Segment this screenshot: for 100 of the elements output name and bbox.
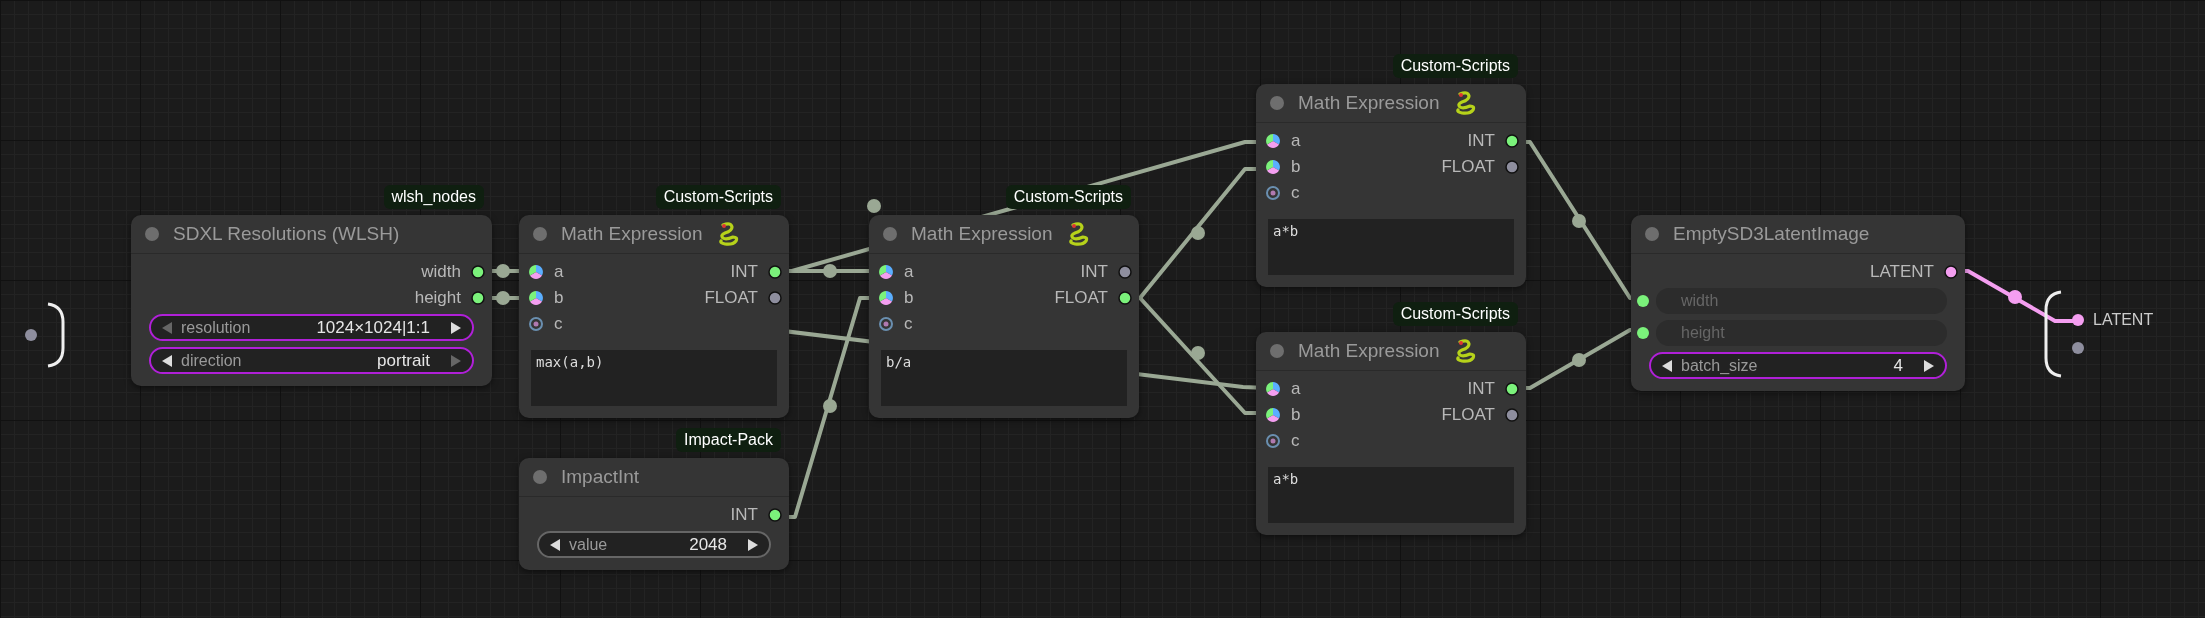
input-socket-icon[interactable] xyxy=(1265,159,1281,175)
widget-value: 4 xyxy=(1893,355,1903,376)
status-dot-icon xyxy=(1270,344,1284,358)
node-title: SDXL Resolutions (WLSH) xyxy=(173,223,400,245)
node-title: Math Expression xyxy=(1298,340,1440,362)
status-dot-icon xyxy=(533,227,547,241)
node-title: Math Expression xyxy=(561,223,703,245)
output-socket-icon[interactable] xyxy=(1505,160,1519,174)
output-socket-icon[interactable] xyxy=(1505,408,1519,422)
input-socket-icon[interactable] xyxy=(1636,294,1650,308)
output-socket-icon[interactable] xyxy=(768,508,782,522)
widget-value: 1024×1024|1:1 xyxy=(316,317,430,338)
status-dot-icon xyxy=(533,470,547,484)
input-socket-icon[interactable] xyxy=(1265,133,1281,149)
status-dot-icon xyxy=(1645,227,1659,241)
source-badge: Custom-Scripts xyxy=(655,185,781,209)
input-label: b xyxy=(1291,157,1301,177)
number-widget[interactable]: batch_size 4 xyxy=(1649,352,1947,379)
left-arrow-icon[interactable] xyxy=(549,537,561,552)
input-label: b xyxy=(554,288,564,308)
widget-value: 2048 xyxy=(689,534,727,555)
input-label: b xyxy=(1291,405,1301,425)
output-socket-icon[interactable] xyxy=(1505,134,1519,148)
widget-label: direction xyxy=(181,351,242,370)
input-label: c xyxy=(904,314,913,334)
output-label: width xyxy=(421,262,461,282)
output-socket-icon[interactable] xyxy=(1118,291,1132,305)
widget-label: height xyxy=(1681,324,1725,342)
output-socket-icon[interactable] xyxy=(768,265,782,279)
expression-field[interactable]: a*b xyxy=(1268,219,1514,275)
source-badge: Custom-Scripts xyxy=(1005,185,1131,209)
combo-widget[interactable]: resolution 1024×1024|1:1 xyxy=(149,314,474,341)
input-socket-icon[interactable] xyxy=(1265,407,1281,423)
widget-label: batch_size xyxy=(1681,356,1758,375)
output-socket-icon[interactable] xyxy=(1505,382,1519,396)
node-title: EmptySD3LatentImage xyxy=(1673,223,1870,245)
input-label: a xyxy=(1291,379,1301,399)
output-label: INT xyxy=(1467,379,1495,399)
input-label: a xyxy=(904,262,914,282)
output-label: INT xyxy=(1080,262,1108,282)
node-title: ImpactInt xyxy=(561,466,640,488)
input-label: c xyxy=(1291,431,1300,451)
input-socket-icon[interactable] xyxy=(528,290,544,306)
output-label: INT xyxy=(1467,131,1495,151)
slot-dot[interactable] xyxy=(2071,341,2085,355)
right-arrow-icon[interactable] xyxy=(747,537,759,552)
source-badge: Custom-Scripts xyxy=(1392,54,1518,78)
output-label: height xyxy=(414,288,461,308)
node-card[interactable]: EmptySD3LatentImage LATENT width height batch_size 4 xyxy=(1631,215,1965,391)
input-socket-icon[interactable] xyxy=(528,264,544,280)
source-badge: wlsh_nodes xyxy=(383,185,484,209)
output-socket-icon[interactable] xyxy=(1944,265,1958,279)
right-arrow-icon[interactable] xyxy=(1923,358,1935,373)
expression-field[interactable]: a*b xyxy=(1268,467,1514,523)
input-socket-icon[interactable] xyxy=(1636,326,1650,340)
slot-dot[interactable] xyxy=(2071,313,2085,327)
input-label: c xyxy=(554,314,563,334)
output-socket-icon[interactable] xyxy=(768,291,782,305)
output-label: FLOAT xyxy=(1054,288,1108,308)
input-socket-icon[interactable] xyxy=(1265,433,1281,449)
node-title: Math Expression xyxy=(911,223,1053,245)
output-label: FLOAT xyxy=(1441,157,1495,177)
input-socket-icon[interactable] xyxy=(1265,185,1281,201)
output-label: FLOAT xyxy=(704,288,758,308)
status-dot-icon xyxy=(1270,96,1284,110)
output-socket-icon[interactable] xyxy=(471,265,485,279)
status-dot-icon xyxy=(883,227,897,241)
output-label: LATENT xyxy=(1870,262,1934,282)
left-arrow-icon[interactable] xyxy=(161,353,173,368)
source-badge: Impact-Pack xyxy=(676,428,781,452)
slot-label: LATENT xyxy=(2093,311,2154,329)
widget-label: value xyxy=(569,535,608,554)
expression-field[interactable]: b/a xyxy=(881,350,1127,406)
widget-value: portrait xyxy=(377,350,430,371)
input-label: a xyxy=(554,262,564,282)
source-badge: Custom-Scripts xyxy=(1392,302,1518,326)
input-socket-icon[interactable] xyxy=(1265,381,1281,397)
left-arrow-icon[interactable] xyxy=(1661,358,1673,373)
output-socket-icon[interactable] xyxy=(1118,265,1132,279)
node-title: Math Expression xyxy=(1298,92,1440,114)
input-label: c xyxy=(1291,183,1300,203)
slot-dot[interactable] xyxy=(24,328,38,342)
input-label: b xyxy=(904,288,914,308)
input-socket-icon[interactable] xyxy=(528,316,544,332)
bracket-icon xyxy=(46,302,66,368)
expression-field[interactable]: max(a,b) xyxy=(531,350,777,406)
input-socket-icon[interactable] xyxy=(878,316,894,332)
input-socket-icon[interactable] xyxy=(878,290,894,306)
status-dot-icon xyxy=(145,227,159,241)
combo-widget[interactable]: direction portrait xyxy=(149,347,474,374)
number-widget[interactable]: value 2048 xyxy=(537,531,771,558)
widget-label: width xyxy=(1681,292,1719,310)
right-arrow-icon[interactable] xyxy=(450,320,462,335)
input-label: a xyxy=(1291,131,1301,151)
bracket-icon xyxy=(2043,290,2063,378)
widget-label: resolution xyxy=(181,318,251,337)
output-socket-icon[interactable] xyxy=(471,291,485,305)
output-label: INT xyxy=(730,505,758,525)
output-label: INT xyxy=(730,262,758,282)
input-socket-icon[interactable] xyxy=(878,264,894,280)
